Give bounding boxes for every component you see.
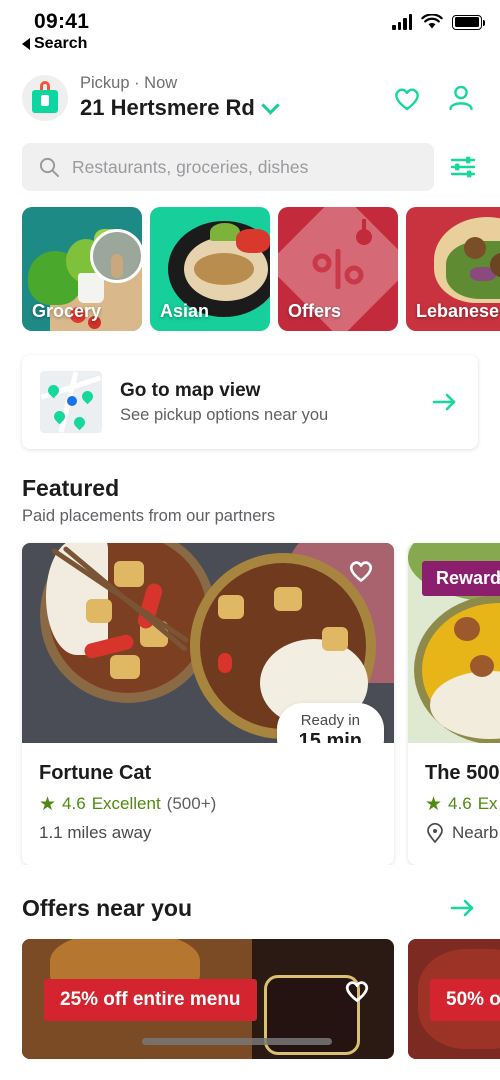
rewards-badge: Rewards	[422, 561, 500, 596]
featured-section-header: Featured Paid placements from our partne…	[0, 449, 500, 526]
battery-full-icon	[452, 14, 486, 30]
restaurant-photo: Ready in 15 min	[22, 543, 394, 743]
person-icon[interactable]	[446, 83, 476, 113]
rating-count: (500+)	[166, 794, 217, 813]
category-tile-offers[interactable]: Offers	[278, 207, 398, 331]
featured-title: Featured	[22, 475, 120, 501]
restaurant-nearby: Nearb	[425, 823, 500, 843]
category-label: Lebanese	[416, 301, 500, 321]
carousel-scrollbar[interactable]	[142, 1038, 332, 1045]
search-row: Restaurants, groceries, dishes	[0, 129, 500, 207]
map-card-subtitle: See pickup options near you	[120, 405, 329, 424]
nearby-label: Nearb	[452, 823, 499, 842]
map-card-title: Go to map view	[120, 379, 261, 401]
arrow-right-icon[interactable]	[448, 893, 478, 923]
cellular-bars-icon	[392, 14, 412, 30]
category-label: Asian	[160, 301, 210, 321]
category-tile-grocery[interactable]: Grocery	[22, 207, 142, 331]
back-arrow-icon	[22, 38, 30, 50]
status-bar-indicators	[392, 14, 486, 30]
address-selector[interactable]: Pickup · Now 21 Hertsmere Rd	[80, 74, 380, 121]
pickup-bag-icon	[22, 74, 68, 121]
arrow-right-icon[interactable]	[430, 387, 460, 417]
map-view-card[interactable]: Go to map view See pickup options near y…	[22, 355, 478, 449]
rating-value: 4.6	[448, 794, 472, 813]
star-icon: ★	[39, 793, 57, 815]
restaurant-distance: 1.1 miles away	[39, 823, 152, 842]
back-link-label: Search	[34, 35, 88, 52]
rating-value: 4.6	[62, 794, 86, 813]
restaurant-name: The 500 Wharf	[425, 762, 500, 784]
featured-carousel[interactable]: Ready in 15 min Fortune Cat ★ 4.6 Excell…	[0, 526, 500, 865]
wifi-icon	[421, 14, 443, 29]
restaurant-photo: Rewards	[408, 543, 500, 743]
featured-subtitle: Paid placements from our partners	[22, 507, 276, 525]
star-icon: ★	[425, 793, 443, 815]
restaurant-card[interactable]: Rewards The 500 Wharf ★ 4.6 Ex Nearb	[408, 543, 500, 865]
address-label: 21 Hertsmere Rd	[80, 95, 255, 120]
app-header: Pickup · Now 21 Hertsmere Rd	[0, 58, 500, 129]
offer-badge: 25% off entire menu	[44, 979, 257, 1021]
offers-carousel[interactable]: 25% off entire menu 50% off	[0, 923, 500, 1059]
offer-card[interactable]: 25% off entire menu	[22, 939, 394, 1059]
restaurant-rating: ★ 4.6 Ex	[425, 794, 500, 814]
ready-time-badge: Ready in 15 min	[276, 703, 384, 743]
offers-title: Offers near you	[22, 894, 192, 921]
map-thumbnail-icon	[40, 371, 102, 433]
heart-outline-icon[interactable]	[342, 975, 372, 1005]
search-input[interactable]: Restaurants, groceries, dishes	[22, 143, 434, 191]
restaurant-rating: ★ 4.6 Excellent (500+)	[39, 794, 377, 814]
ready-time: 15 min	[298, 730, 362, 743]
heart-icon[interactable]	[392, 83, 422, 113]
percent-icon	[312, 249, 364, 289]
category-tile-asian[interactable]: Asian	[150, 207, 270, 331]
category-tile-lebanese[interactable]: Lebanese	[406, 207, 500, 331]
search-placeholder: Restaurants, groceries, dishes	[72, 156, 309, 177]
category-carousel[interactable]: Grocery Asian Offers Lebanese	[0, 207, 500, 331]
offers-section-header: Offers near you	[0, 865, 500, 923]
status-bar: 09:41 Search	[0, 0, 500, 58]
restaurant-info: Fortune Cat ★ 4.6 Excellent (500+) 1.1 m…	[22, 743, 394, 865]
offer-badge: 50% off	[430, 979, 500, 1021]
offer-card[interactable]: 50% off	[408, 939, 500, 1059]
category-label: Offers	[288, 301, 342, 321]
category-label: Grocery	[32, 301, 102, 321]
sliders-filter-icon[interactable]	[448, 152, 478, 182]
heart-outline-icon[interactable]	[346, 555, 376, 585]
rating-word: Excellent	[91, 794, 161, 813]
restaurant-info: The 500 Wharf ★ 4.6 Ex Nearb	[408, 743, 500, 865]
chevron-down-icon[interactable]	[261, 95, 280, 115]
rating-word: Ex	[477, 794, 498, 813]
pickup-mode-label: Pickup · Now	[80, 74, 178, 92]
ready-label: Ready in	[300, 712, 360, 729]
restaurant-name: Fortune Cat	[39, 762, 152, 784]
location-pin-icon	[427, 823, 443, 843]
restaurant-card[interactable]: Ready in 15 min Fortune Cat ★ 4.6 Excell…	[22, 543, 394, 865]
back-to-search-link[interactable]: Search	[22, 35, 478, 53]
search-icon	[39, 157, 59, 177]
